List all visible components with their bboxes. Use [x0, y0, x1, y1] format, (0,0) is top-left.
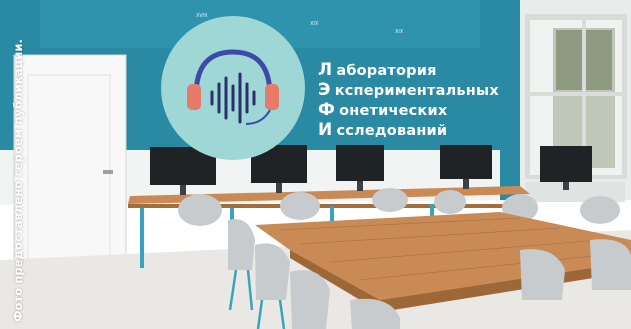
room-render	[0, 0, 631, 329]
wall-sign-line-2: Экспериментальных	[318, 80, 499, 100]
board-number-1: XVIII	[196, 13, 208, 19]
classroom-photo: XVIII XIX XIX Лаборатория Эксперименталь…	[0, 0, 631, 329]
board-number-3: XIX	[395, 29, 404, 35]
wall-sign-line-3: Фонетических	[318, 100, 448, 120]
wall-sign-line-4: Исследований	[318, 120, 448, 140]
photo-credit: Фото предоставлено героем публикации.	[11, 38, 25, 322]
wall-sign-line-1: Лаборатория	[318, 60, 437, 80]
board-number-2: XIX	[310, 21, 319, 27]
